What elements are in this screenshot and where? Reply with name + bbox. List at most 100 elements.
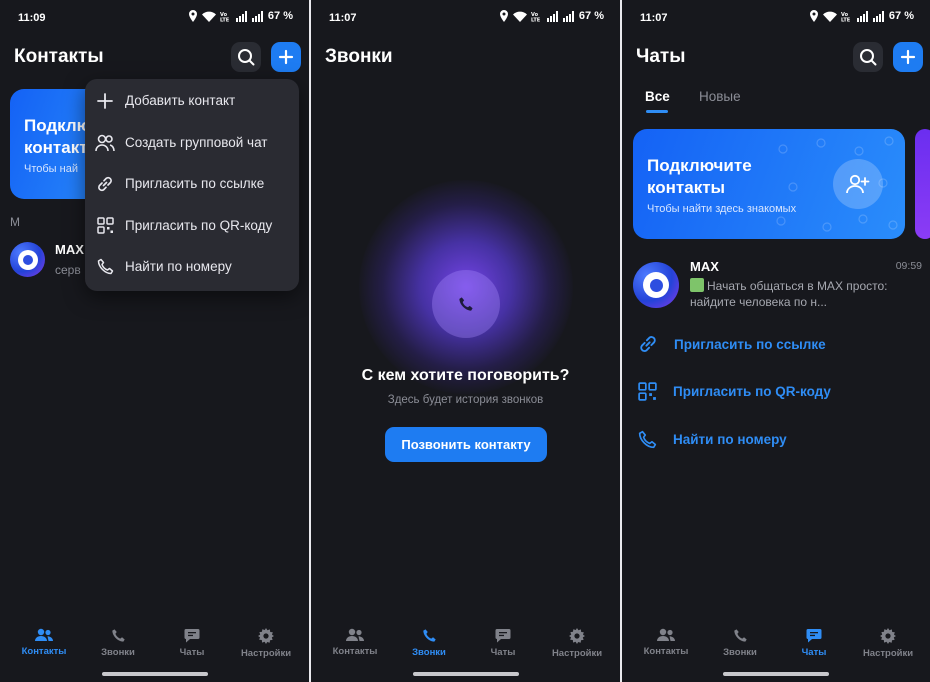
search-button[interactable] bbox=[853, 42, 883, 72]
nav-contacts[interactable]: Контакты bbox=[7, 628, 81, 657]
nav-calls[interactable]: Звонки bbox=[392, 628, 466, 658]
status-time: 11:07 bbox=[640, 12, 668, 24]
banner-subtitle: Чтобы най bbox=[24, 163, 78, 175]
action-find-by-number[interactable]: Найти по номеру bbox=[638, 430, 787, 449]
banner-subtitle: Чтобы найти здесь знакомых bbox=[647, 203, 797, 215]
chat-time: 09:59 bbox=[895, 260, 922, 272]
link-icon bbox=[640, 336, 656, 352]
nav-settings[interactable]: Настройки bbox=[540, 628, 614, 659]
menu-label: Пригласить по ссылке bbox=[125, 176, 265, 191]
nav-label: Контакты bbox=[332, 646, 378, 657]
location-icon bbox=[188, 10, 197, 22]
nav-calls[interactable]: Звонки bbox=[703, 628, 777, 658]
qr-icon bbox=[96, 217, 114, 234]
phone-icon bbox=[111, 629, 125, 642]
chat-icon bbox=[184, 629, 200, 643]
nav-settings[interactable]: Настройки bbox=[851, 628, 925, 659]
gear-icon bbox=[258, 628, 274, 644]
svg-text:LTE: LTE bbox=[220, 17, 230, 22]
action-label: Найти по номеру bbox=[673, 432, 787, 447]
menu-item-invite-qr[interactable]: Пригласить по QR-коду bbox=[85, 205, 299, 246]
nav-chats[interactable]: Чаты bbox=[155, 628, 229, 658]
tab-indicator bbox=[646, 110, 668, 113]
chat-icon bbox=[495, 629, 511, 643]
wifi-icon bbox=[822, 11, 837, 22]
home-indicator[interactable] bbox=[723, 672, 829, 676]
home-indicator[interactable] bbox=[101, 672, 208, 676]
menu-item-add-contact[interactable]: Добавить контакт bbox=[85, 80, 299, 121]
home-indicator[interactable] bbox=[412, 672, 519, 676]
menu-item-invite-link[interactable]: Пригласить по ссылке bbox=[85, 163, 299, 204]
status-bar: 11:07 Vo LTE 67 % bbox=[311, 0, 620, 34]
phone-icon bbox=[459, 297, 473, 311]
banner-title: Подключите контакты bbox=[647, 156, 752, 197]
nav-label: Звонки bbox=[101, 647, 135, 658]
status-bar: 11:09 Vo LTE 67 % bbox=[0, 0, 309, 34]
nav-label: Настройки bbox=[551, 648, 603, 659]
plus-icon bbox=[278, 49, 294, 65]
empty-state-subtitle: Здесь будет история звонков bbox=[387, 394, 544, 406]
add-menu: Добавить контакт Создать групповой чат П… bbox=[85, 79, 299, 291]
search-icon bbox=[860, 49, 877, 66]
nav-label: Чаты bbox=[490, 647, 516, 658]
contact-subtitle: серв bbox=[55, 263, 81, 277]
signal-icon bbox=[856, 10, 868, 22]
status-bar: 11:07 Vo LTE 67 % bbox=[622, 0, 930, 34]
call-contact-button[interactable]: Позвонить контакту bbox=[385, 427, 547, 462]
menu-label: Найти по номеру bbox=[125, 259, 232, 274]
volte-icon: VoLTE bbox=[841, 12, 851, 22]
tab-new[interactable]: Новые bbox=[699, 89, 741, 104]
volte-icon: VoLTE bbox=[220, 12, 230, 22]
contacts-icon bbox=[657, 628, 675, 641]
svg-text:LTE: LTE bbox=[531, 17, 541, 22]
page-title: Звонки bbox=[325, 46, 393, 67]
signal-icon bbox=[235, 10, 247, 22]
link-icon bbox=[98, 176, 112, 191]
location-icon bbox=[809, 10, 818, 22]
nav-calls[interactable]: Звонки bbox=[81, 628, 155, 658]
search-button[interactable] bbox=[231, 42, 261, 72]
signal-icon bbox=[546, 10, 558, 22]
battery-level: 67 % bbox=[578, 10, 604, 22]
next-banner-peek[interactable] bbox=[915, 129, 930, 239]
action-invite-link[interactable]: Пригласить по ссылке bbox=[638, 334, 826, 354]
connect-contacts-banner[interactable]: Подключите контакты Чтобы найти здесь зн… bbox=[633, 129, 905, 239]
contact-name[interactable]: MAX bbox=[55, 242, 84, 257]
add-button[interactable] bbox=[893, 42, 923, 72]
location-icon bbox=[499, 10, 508, 22]
add-button[interactable] bbox=[271, 42, 301, 72]
plus-icon bbox=[97, 92, 113, 109]
action-label: Пригласить по ссылке bbox=[674, 336, 826, 352]
battery-level: 67 % bbox=[888, 10, 914, 22]
menu-item-find-by-number[interactable]: Найти по номеру bbox=[85, 246, 299, 287]
svg-text:LTE: LTE bbox=[841, 17, 851, 22]
contacts-icon bbox=[35, 628, 53, 641]
qr-icon bbox=[638, 382, 657, 401]
menu-label: Создать групповой чат bbox=[125, 135, 268, 150]
action-label: Пригласить по QR-коду bbox=[673, 384, 831, 399]
nav-contacts[interactable]: Контакты bbox=[318, 628, 392, 657]
volte-icon: VoLTE bbox=[531, 12, 541, 22]
battery-level: 67 % bbox=[267, 10, 293, 22]
nav-chats[interactable]: Чаты bbox=[777, 628, 851, 658]
chat-icon bbox=[806, 629, 822, 643]
contacts-icon bbox=[346, 628, 364, 641]
banner-title: Подклю контакт bbox=[24, 116, 92, 157]
nav-contacts[interactable]: Контакты bbox=[629, 628, 703, 657]
wifi-icon bbox=[512, 11, 527, 22]
nav-settings[interactable]: Настройки bbox=[229, 628, 303, 659]
status-time: 11:09 bbox=[18, 12, 46, 24]
page-title: Чаты bbox=[636, 46, 686, 67]
add-contact-circle[interactable] bbox=[833, 159, 883, 209]
tab-all[interactable]: Все bbox=[645, 89, 670, 104]
nav-label: Звонки bbox=[723, 647, 757, 658]
nav-chats[interactable]: Чаты bbox=[466, 628, 540, 658]
calls-illustration bbox=[432, 270, 500, 338]
chat-name[interactable]: MAX bbox=[690, 259, 719, 274]
page-title: Контакты bbox=[14, 46, 104, 67]
phone-icon bbox=[422, 629, 436, 642]
action-invite-qr[interactable]: Пригласить по QR-коду bbox=[638, 382, 831, 401]
calls-screen: 11:07 Vo LTE 67 % Звонки С кем хотите пог… bbox=[311, 0, 620, 682]
emoji-icon bbox=[690, 278, 704, 292]
menu-item-group-chat[interactable]: Создать групповой чат bbox=[85, 122, 299, 163]
